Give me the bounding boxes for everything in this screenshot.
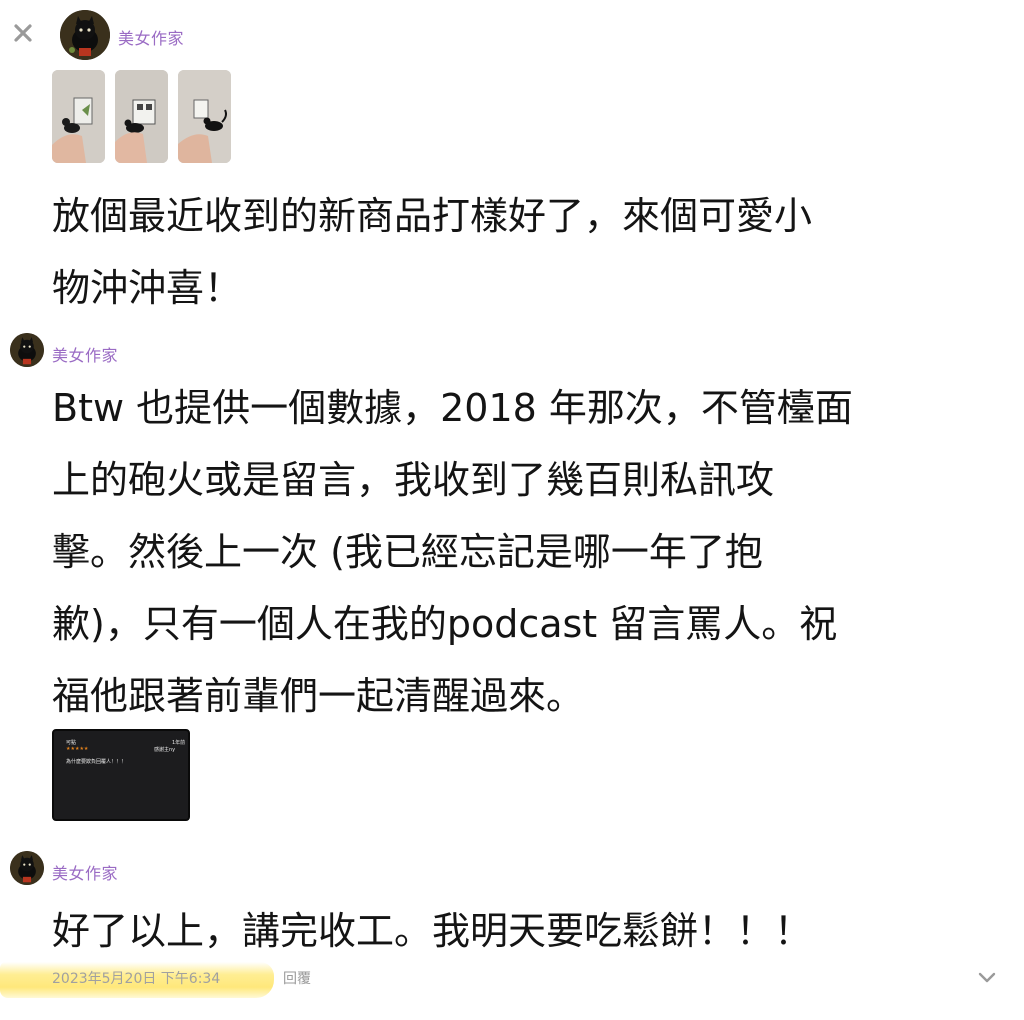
message-line: 物沖沖喜！	[52, 266, 243, 310]
message-line: Btw 也提供一個數據，2018 年那次，不管檯面	[52, 386, 853, 430]
author-name[interactable]: 美女作家	[52, 342, 118, 366]
attachment-commenter: 可點	[66, 740, 77, 746]
author-name[interactable]: 美女作家	[118, 25, 184, 49]
product-photo-image	[115, 70, 168, 163]
message-line: 上的砲火或是留言，我收到了幾百則私訊攻	[52, 458, 775, 502]
message-line: 放個最近收到的新商品打樣好了，來個可愛小	[52, 194, 813, 238]
message-line: 歉)，只有一個人在我的podcast 留言罵人。祝	[52, 602, 838, 646]
message-line: 擊。然後上一次 (我已經忘記是哪一年了抱	[52, 530, 763, 574]
product-photo-image	[52, 70, 105, 163]
avatar[interactable]	[60, 10, 110, 60]
product-photo-thumbnail[interactable]	[115, 70, 168, 163]
attachment-time: 1年前	[172, 740, 186, 746]
screenshot-attachment[interactable]: 可點 ★★★★★ 1年前 感謝主ny 為什麼要欺負回覆人！！！	[52, 729, 190, 821]
product-photo-thumbnail[interactable]	[52, 70, 105, 163]
close-button[interactable]	[10, 20, 36, 46]
reply-button[interactable]: 回覆	[283, 968, 311, 988]
avatar[interactable]	[10, 333, 44, 367]
cat-avatar-image	[10, 333, 44, 367]
message-text: 好了以上，講完收工。我明天要吃鬆餅！！！	[52, 895, 812, 967]
thread-view: 美女作家 放個最近收到的新商品打樣好了，來個可愛小 物沖沖喜！ 美女作家 Btw…	[0, 0, 1024, 1020]
author-name[interactable]: 美女作家	[52, 860, 118, 884]
chevron-down-icon	[978, 972, 996, 983]
message-line: 福他跟著前輩們一起清醒過來。	[52, 674, 585, 718]
attachment-comment: 為什麼要欺負回覆人！！！	[66, 759, 127, 765]
message-text: 放個最近收到的新商品打樣好了，來個可愛小 物沖沖喜！	[52, 180, 812, 324]
cat-avatar-image	[60, 10, 110, 60]
close-icon	[14, 24, 32, 42]
message-line: 好了以上，講完收工。我明天要吃鬆餅！！！	[52, 909, 813, 953]
avatar[interactable]	[10, 851, 44, 885]
cat-avatar-image	[10, 851, 44, 885]
attachment-stars: ★★★★★	[66, 746, 89, 752]
message-text: Btw 也提供一個數據，2018 年那次，不管檯面 上的砲火或是留言，我收到了幾…	[52, 372, 853, 732]
expand-button[interactable]	[976, 966, 998, 988]
post-timestamp: 2023年5月20日 下午6:34	[52, 971, 221, 987]
attachment-thanks: 感謝主ny	[154, 747, 176, 753]
product-photo-image	[178, 70, 231, 163]
product-photo-thumbnail[interactable]	[178, 70, 231, 163]
